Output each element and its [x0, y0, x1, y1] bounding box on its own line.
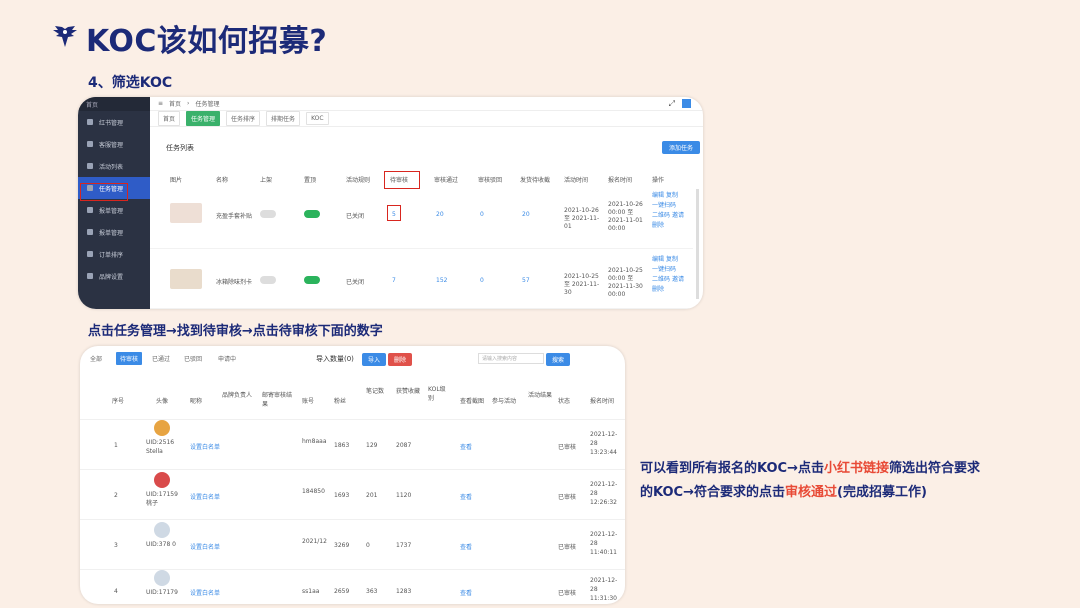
tab-schedule[interactable]: 排期任务 [266, 111, 301, 126]
sidebar-head: 首页 [78, 97, 150, 111]
scrollbar[interactable] [696, 189, 699, 299]
section-subtitle: 4、筛选KOC [88, 75, 173, 91]
tab-pending[interactable]: 待审核 [116, 352, 143, 365]
table-row: 充盈手套补贴 已关闭 5 20 0 20 2021-10-26 至 2021-1… [150, 189, 693, 249]
delete-button[interactable]: 删除 [388, 353, 413, 366]
whitelist-link[interactable]: 设置白名单 [190, 542, 220, 551]
view-screenshot-link[interactable]: 查看 [460, 492, 472, 501]
description-text: 可以看到所有报名的KOC→点击小红书链接筛选出符合要求 的KOC→符合要求的点击… [640, 461, 981, 500]
tab-approved[interactable]: 已通过 [152, 354, 170, 363]
tab-rejected[interactable]: 已驳回 [184, 354, 202, 363]
sidebar-item-3[interactable]: 活动列表 [78, 155, 150, 177]
settings-icon [87, 273, 93, 279]
product-thumbnail [170, 269, 202, 289]
tab-bar: 首页 任务管理 任务排序 排期任务 KOC [150, 111, 703, 127]
listed-toggle[interactable] [260, 276, 276, 284]
table-row: 2 UID:17159 桃子 设置白名单 184850 1693 201 112… [80, 470, 625, 520]
breadcrumb: ≡ 首页 › 任务管理 [150, 97, 703, 111]
highlight-pending-count [387, 205, 401, 221]
tab-task-sort[interactable]: 任务排序 [226, 111, 261, 126]
product-thumbnail [170, 203, 202, 223]
highlight-task-menu [80, 183, 128, 201]
menu-icon [87, 141, 93, 147]
task-management-screenshot: 首页 红书管理 客服管理 活动列表 任务管理 报单管理 报单管理 订单排序 品牌… [78, 97, 703, 309]
add-task-button[interactable]: 添加任务 [662, 141, 700, 154]
table-row: 3 UID:378 0 设置白名单 2021/12 3269 0 1737 查看… [80, 520, 625, 570]
sidebar-item-6[interactable]: 报单管理 [78, 221, 150, 243]
table-header: 图片 名称 上架 置顶 活动规则 待审核 审核通过 审核驳回 发货待收截 活动时… [170, 177, 665, 184]
highlight-approve: 审核通过 [784, 485, 837, 500]
tab-all[interactable]: 全部 [90, 354, 102, 363]
view-screenshot-link[interactable]: 查看 [460, 542, 472, 551]
eagle-logo-icon [53, 26, 77, 47]
listed-toggle[interactable] [260, 210, 276, 218]
instruction-step: 点击任务管理→找到待审核→点击待审核下面的数字 [88, 324, 383, 339]
tab-task-management[interactable]: 任务管理 [186, 111, 221, 126]
row-ops[interactable]: 编辑 复制 一键扫码 二维码 邀请 删除 [652, 191, 692, 231]
whitelist-link[interactable]: 设置白名单 [190, 588, 220, 597]
menu-icon [87, 207, 93, 213]
bar-chart-icon [87, 251, 93, 257]
whitelist-link[interactable]: 设置白名单 [190, 442, 220, 451]
avatar[interactable] [682, 99, 691, 108]
import-count: 导入数量(0) [316, 355, 354, 363]
menu-icon [87, 119, 93, 125]
tab-home[interactable]: 首页 [158, 111, 181, 126]
whitelist-link[interactable]: 设置白名单 [190, 492, 220, 501]
sidebar-item-7[interactable]: 订单排序 [78, 243, 150, 265]
bar-chart-icon [87, 229, 93, 235]
highlight-xhs-link: 小红书链接 [823, 461, 889, 476]
sidebar-item-2[interactable]: 客服管理 [78, 133, 150, 155]
highlight-pending-header [384, 171, 420, 189]
avatar [154, 420, 170, 436]
search-button[interactable]: 搜索 [546, 353, 571, 366]
row-ops[interactable]: 编辑 复制 一键扫码 二维码 邀请 删除 [652, 255, 692, 295]
avatar [154, 472, 170, 488]
koc-review-screenshot: 全部 待审核 已通过 已驳回 申请中 导入数量(0) 导入 删除 请输入搜索内容… [80, 346, 625, 604]
search-input[interactable]: 请输入搜索内容 [478, 353, 544, 364]
table-header: 序号 头像 昵称 品牌负责人 邮寄审核结果 账号 粉丝 笔记数 获赞收藏 KOL… [80, 382, 625, 420]
avatar [154, 570, 170, 586]
fullscreen-icon[interactable]: ⤢ [669, 99, 675, 109]
tab-koc[interactable]: KOC [306, 112, 329, 125]
view-screenshot-link[interactable]: 查看 [460, 442, 472, 451]
sidebar-item-8[interactable]: 品牌设置 [78, 265, 150, 287]
pin-toggle[interactable] [304, 276, 320, 284]
table-row: 冰箱除味剂卡 已关闭 7 152 0 57 2021-10-25 至 2021-… [150, 249, 693, 309]
tab-applying[interactable]: 申请中 [218, 354, 236, 363]
view-screenshot-link[interactable]: 查看 [460, 588, 472, 597]
pin-toggle[interactable] [304, 210, 320, 218]
card-title: 任务列表 [166, 144, 194, 152]
avatar [154, 522, 170, 538]
sidebar-item-5[interactable]: 报单管理 [78, 199, 150, 221]
sidebar-item-1[interactable]: 红书管理 [78, 111, 150, 133]
sidebar: 首页 红书管理 客服管理 活动列表 任务管理 报单管理 报单管理 订单排序 品牌… [78, 97, 150, 309]
table-row: 4 UID:17179 设置白名单 ss1aa 2659 363 1283 查看… [80, 570, 625, 604]
import-button[interactable]: 导入 [362, 353, 387, 366]
table-row: 1 UID:2516 Stella 设置白名单 hm8aaa 1863 129 … [80, 420, 625, 470]
menu-icon [87, 163, 93, 169]
hamburger-icon[interactable]: ≡ [158, 100, 163, 107]
page-title: KOC该如何招募? [86, 24, 328, 59]
